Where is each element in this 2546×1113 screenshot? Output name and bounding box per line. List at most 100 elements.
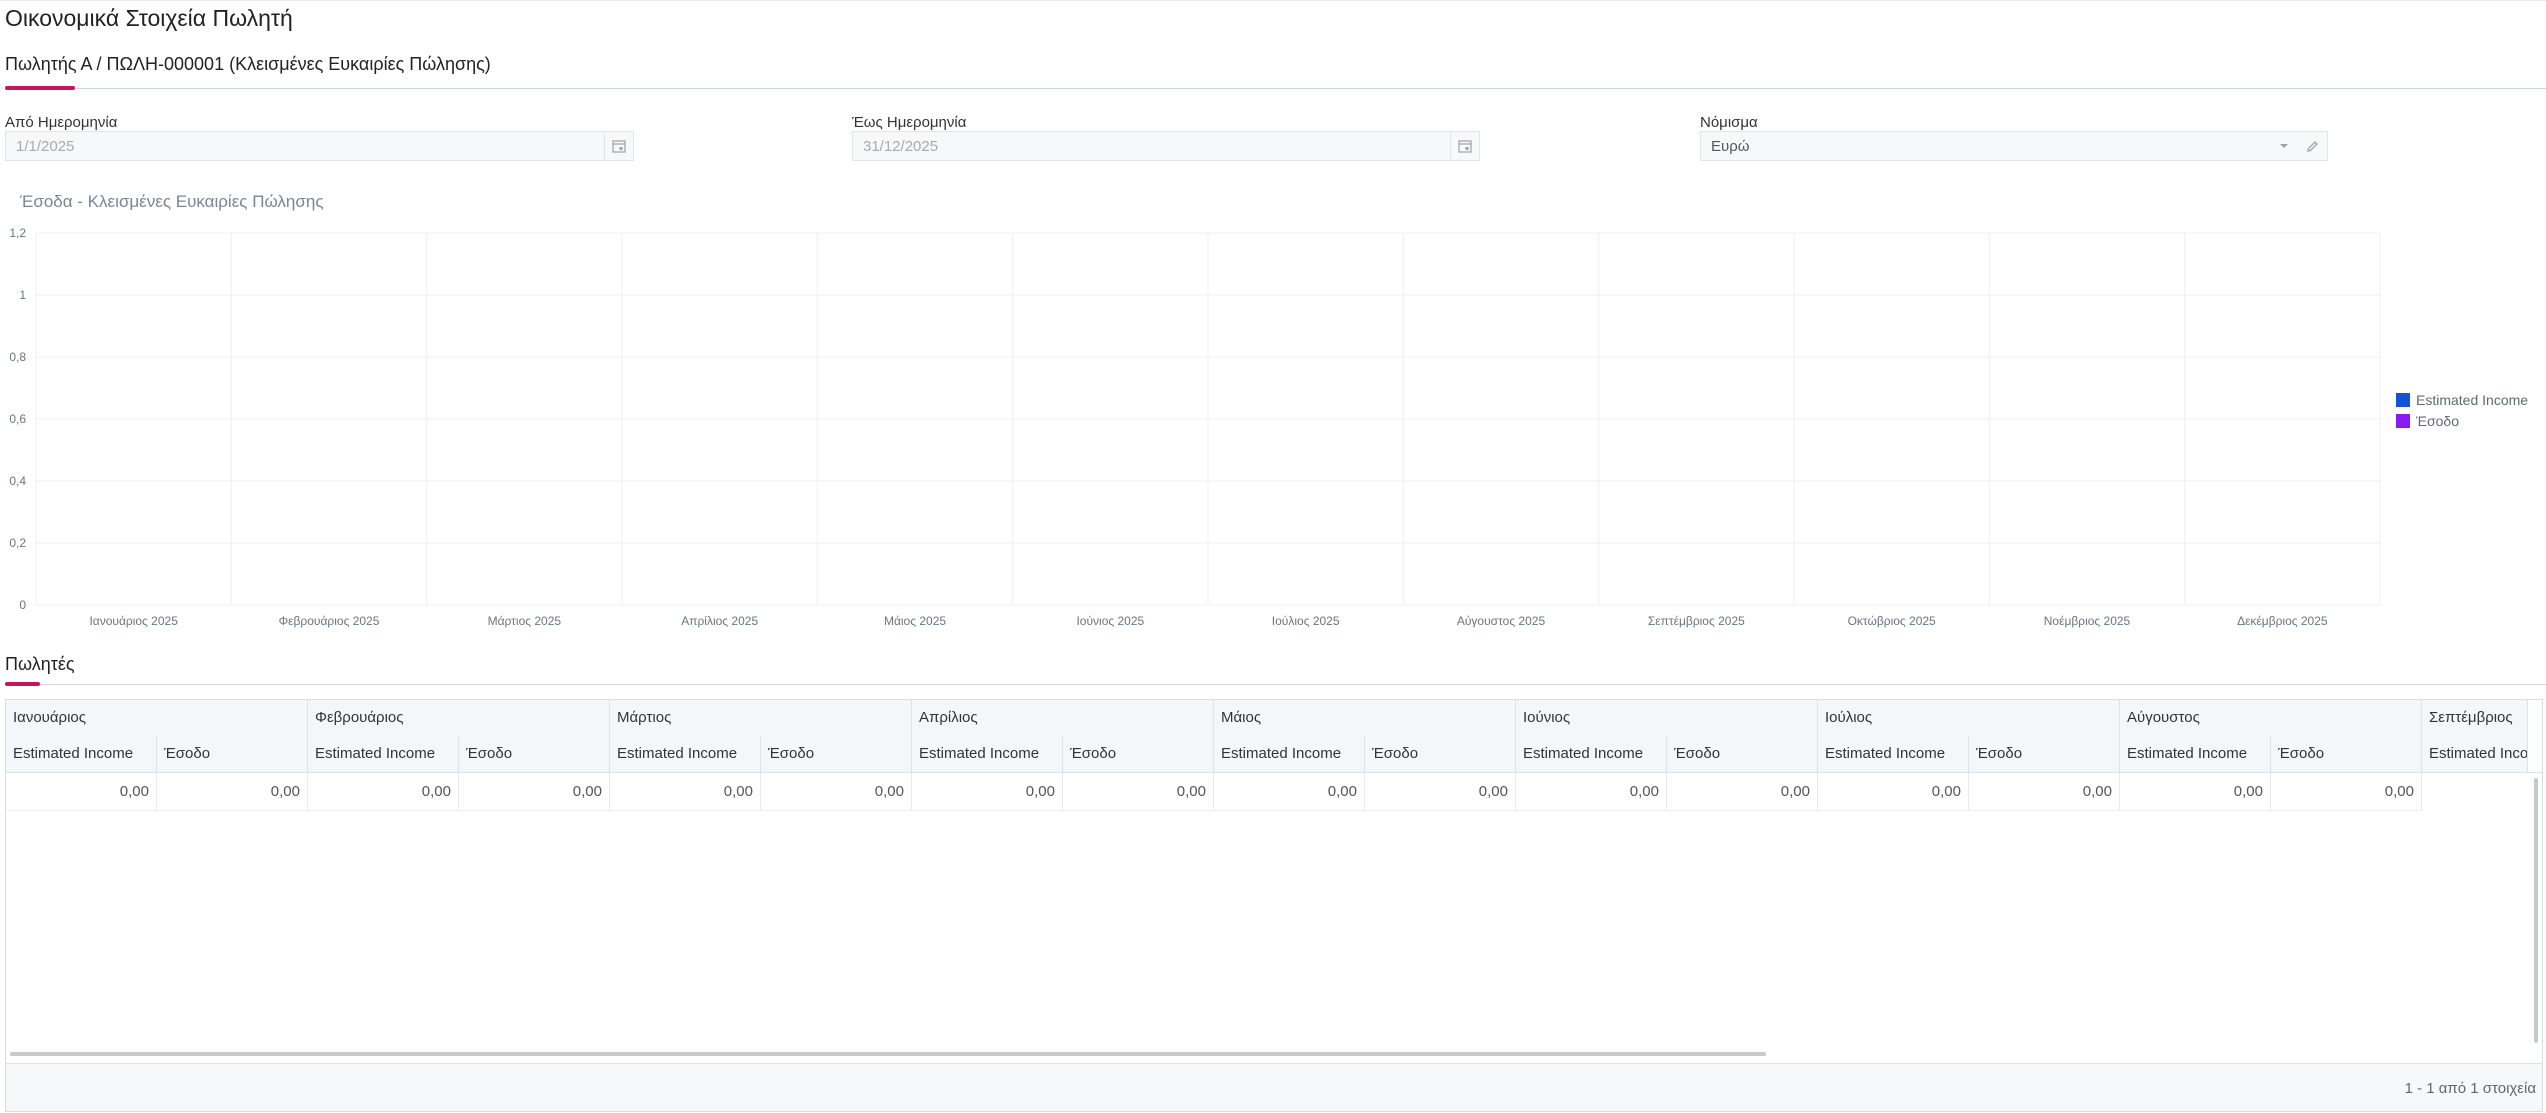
table-cell: 0,00 [912, 773, 1063, 810]
currency-edit-button[interactable] [2299, 132, 2325, 160]
page-title: Οικονομικά Στοιχεία Πωλητή [5, 5, 293, 31]
chart-title: Έσοδα - Κλεισμένες Ευκαιρίες Πώλησης [20, 192, 324, 211]
to-date-label: Έως Ημερομηνία [852, 114, 967, 131]
month-header[interactable]: Ιούλιος [1818, 700, 2120, 736]
income-column-header[interactable]: Έσοδο [157, 736, 308, 772]
table-cell: 0,00 [610, 773, 761, 810]
estimated-income-column-header[interactable]: Estimated Income [912, 736, 1063, 772]
to-date-field [852, 131, 1480, 161]
x-tick-label: Ιούλιος 2025 [1272, 614, 1340, 628]
y-tick-label: 0 [19, 598, 26, 612]
from-date-field [5, 131, 634, 161]
estimated-income-column-header[interactable]: Estimated Income [1214, 736, 1365, 772]
table-pager: 1 - 1 από 1 στοιχεία [6, 1063, 2542, 1111]
currency-label: Νόμισμα [1700, 114, 1758, 131]
sellers-table: Ιανουάριος Φεβρουάριος Μάρτιος Απρίλιος Μάιο… [5, 699, 2543, 1112]
estimated-income-column-header[interactable]: Estimated Income [6, 736, 157, 772]
top-border [0, 0, 2546, 1]
income-chart: 0 0,2 0,4 0,6 0,8 1 1,2 Ιανουάριος 2025 Φεβρουάρ… [9, 226, 2528, 628]
table-cell: 0,00 [1214, 773, 1365, 810]
x-tick-label: Φεβρουάριος 2025 [279, 614, 380, 628]
y-tick-label: 0,4 [9, 474, 26, 488]
table-row[interactable]: 0,00 0,00 0,00 0,00 0,00 0,00 0,00 0,00 0,00 0,00… [6, 773, 2422, 811]
month-header[interactable]: Ιούνιος [1516, 700, 1818, 736]
table-cell: 0,00 [308, 773, 459, 810]
calendar-icon [612, 140, 626, 153]
y-tick-label: 1,2 [9, 226, 26, 240]
table-cell: 0,00 [459, 773, 610, 810]
table-header-subcolumns: Estimated Income Έσοδο Estimated Income Έσο… [6, 736, 2542, 773]
x-tick-label: Νοέμβριος 2025 [2044, 614, 2131, 628]
estimated-income-column-header[interactable]: Estimated Income [1516, 736, 1667, 772]
y-tick-label: 0,2 [9, 536, 26, 550]
estimated-income-column-header[interactable]: Estimated Income [2422, 736, 2542, 772]
month-header[interactable]: Μάιος [1214, 700, 1516, 736]
legend-label: Έσοδο [2415, 413, 2459, 429]
month-header[interactable]: Ιανουάριος [6, 700, 308, 736]
from-date-label: Από Ημερομηνία [5, 114, 118, 131]
x-tick-label: Αύγουστος 2025 [1457, 614, 1546, 628]
estimated-income-column-header[interactable]: Estimated Income [2120, 736, 2271, 772]
vertical-scrollbar[interactable] [2534, 778, 2538, 1043]
record-section-title: Πωλητής Α / ΠΩΛΗ-000001 (Κλεισμένες Ευκα… [5, 54, 491, 74]
table-cell: 0,00 [2120, 773, 2271, 810]
table-cell: 0,00 [1969, 773, 2120, 810]
estimated-income-column-header[interactable]: Estimated Income [610, 736, 761, 772]
income-column-header[interactable]: Έσοδο [459, 736, 610, 772]
record-section-accent [5, 86, 75, 90]
horizontal-scrollbar[interactable] [10, 1052, 1766, 1056]
legend-swatch [2396, 414, 2410, 428]
income-column-header[interactable]: Έσοδο [1667, 736, 1818, 772]
income-column-header[interactable]: Έσοδο [1365, 736, 1516, 772]
currency-select[interactable] [1700, 131, 2328, 161]
sellers-section-accent [5, 682, 40, 686]
pager-info: 1 - 1 από 1 στοιχεία [2404, 1080, 2536, 1097]
chevron-down-icon [2280, 144, 2288, 148]
legend-label: Estimated Income [2416, 392, 2528, 408]
table-cell: 0,00 [1667, 773, 1818, 810]
table-cell: 0,00 [2271, 773, 2422, 810]
record-section-divider [5, 88, 2546, 89]
from-date-calendar-button[interactable] [604, 132, 633, 160]
calendar-icon [1458, 140, 1472, 153]
x-tick-label: Δεκέμβριος 2025 [2237, 614, 2328, 628]
y-tick-label: 0,6 [9, 412, 26, 426]
month-header[interactable]: Μάρτιος [610, 700, 912, 736]
income-column-header[interactable]: Έσοδο [1969, 736, 2120, 772]
y-tick-label: 1 [19, 288, 26, 302]
income-column-header[interactable]: Έσοδο [2271, 736, 2422, 772]
legend-swatch [2396, 393, 2410, 407]
table-cell: 0,00 [1818, 773, 1969, 810]
estimated-income-column-header[interactable]: Estimated Income [1818, 736, 1969, 772]
from-date-input[interactable] [16, 138, 518, 155]
x-tick-label: Μάρτιος 2025 [488, 614, 562, 628]
x-tick-label: Απρίλιος 2025 [681, 614, 758, 628]
to-date-calendar-button[interactable] [1450, 132, 1479, 160]
month-header[interactable]: Απρίλιος [912, 700, 1214, 736]
currency-input[interactable] [1711, 138, 2212, 155]
table-cell: 0,00 [1365, 773, 1516, 810]
x-tick-label: Ιανουάριος 2025 [89, 614, 178, 628]
month-header[interactable]: Σεπτέμβριος [2422, 700, 2542, 736]
pencil-icon [2306, 140, 2318, 152]
table-cell: 0,00 [1063, 773, 1214, 810]
income-column-header[interactable]: Έσοδο [1063, 736, 1214, 772]
table-cell: 0,00 [761, 773, 912, 810]
sellers-section-divider [5, 684, 2546, 685]
x-tick-label: Μάιος 2025 [884, 614, 946, 628]
y-tick-label: 0,8 [9, 350, 26, 364]
to-date-input[interactable] [863, 138, 1364, 155]
month-header[interactable]: Φεβρουάριος [308, 700, 610, 736]
vertical-scrollbar-header-gutter [2527, 700, 2542, 772]
x-tick-label: Σεπτέμβριος 2025 [1648, 614, 1745, 628]
income-column-header[interactable]: Έσοδο [761, 736, 912, 772]
table-cell: 0,00 [6, 773, 157, 810]
table-cell: 0,00 [157, 773, 308, 810]
currency-dropdown-button[interactable] [2271, 132, 2297, 160]
x-tick-label: Ιούνιος 2025 [1076, 614, 1144, 628]
table-header-months: Ιανουάριος Φεβρουάριος Μάρτιος Απρίλιος Μάιο… [6, 700, 2542, 737]
month-header[interactable]: Αύγουστος [2120, 700, 2422, 736]
table-cell: 0,00 [1516, 773, 1667, 810]
x-tick-label: Οκτώβριος 2025 [1848, 614, 1936, 628]
estimated-income-column-header[interactable]: Estimated Income [308, 736, 459, 772]
